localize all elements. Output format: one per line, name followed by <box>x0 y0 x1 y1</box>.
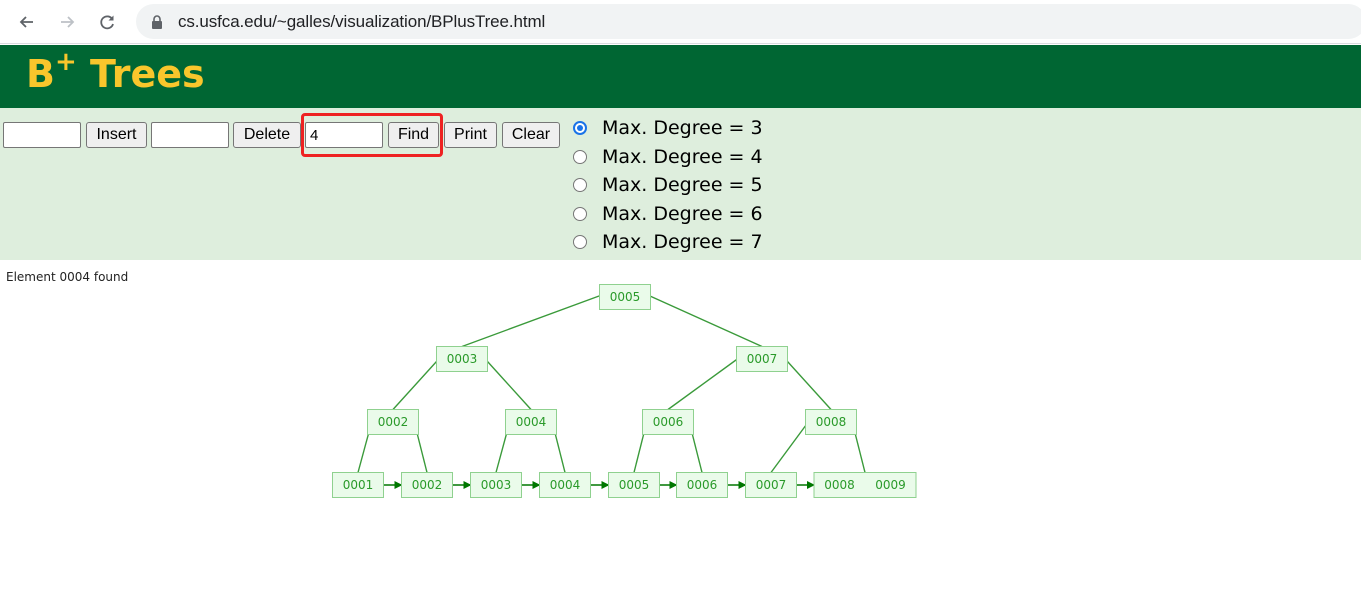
internal-node: 0004 <box>505 409 557 435</box>
address-bar[interactable]: cs.usfca.edu/~galles/visualization/BPlus… <box>136 4 1361 39</box>
node-key: 0006 <box>687 478 718 492</box>
node-key: 0004 <box>550 478 581 492</box>
internal-node: 0002 <box>367 409 419 435</box>
control-panel: Insert Delete Find Print Clear Max. Degr… <box>0 108 1361 260</box>
node-key: 0007 <box>747 352 778 366</box>
leaf-node: 0001 <box>332 472 384 498</box>
degree-label: Max. Degree = 4 <box>602 146 763 168</box>
tree-edge <box>781 355 832 410</box>
radio-button[interactable] <box>573 235 587 249</box>
leaf-node: 0004 <box>539 472 591 498</box>
page-title: B+ Trees <box>26 47 205 97</box>
arrow-left-icon <box>19 16 33 28</box>
node-key: 0009 <box>875 478 906 492</box>
arrow-right-icon <box>61 16 75 28</box>
leaf-node: 0005 <box>608 472 660 498</box>
node-key: 0004 <box>516 415 547 429</box>
node-key: 0005 <box>619 478 650 492</box>
radio-button[interactable] <box>573 121 587 135</box>
tree-edge <box>667 355 742 411</box>
internal-node: 0005 <box>599 284 651 310</box>
tree-edge <box>481 355 532 410</box>
tree-edge <box>770 418 812 473</box>
degree-label: Max. Degree = 3 <box>602 117 763 139</box>
reload-button[interactable] <box>93 8 121 36</box>
internal-node: 0007 <box>736 346 788 372</box>
back-button[interactable] <box>13 8 41 36</box>
node-key: 0003 <box>481 478 512 492</box>
tree-edge <box>461 293 605 348</box>
delete-input[interactable] <box>151 122 229 148</box>
node-key: 0003 <box>447 352 478 366</box>
degree-label: Max. Degree = 7 <box>602 231 763 253</box>
node-key: 0005 <box>610 290 641 304</box>
insert-input[interactable] <box>3 122 81 148</box>
leaf-node: 0007 <box>745 472 797 498</box>
insert-button[interactable]: Insert <box>86 122 147 148</box>
clear-button[interactable]: Clear <box>502 122 560 148</box>
degree-option-5[interactable]: Max. Degree = 5 <box>573 171 763 199</box>
status-message: Element 0004 found <box>6 270 129 284</box>
node-key: 0006 <box>653 415 684 429</box>
leaf-node: 0002 <box>401 472 453 498</box>
leaf-node: 0008 0009 <box>813 472 917 498</box>
title-plus: + <box>54 47 77 77</box>
node-key: 0002 <box>378 415 409 429</box>
tree-canvas: 0005 0003 0007 0002 0004 0006 0008 0001 0002 0003… <box>0 260 1361 592</box>
forward-button[interactable] <box>53 8 81 36</box>
degree-label: Max. Degree = 6 <box>602 203 763 225</box>
node-key: 0007 <box>756 478 787 492</box>
node-key: 0001 <box>343 478 374 492</box>
degree-option-4[interactable]: Max. Degree = 4 <box>573 143 763 171</box>
lock-icon <box>152 15 162 29</box>
leaf-node: 0006 <box>676 472 728 498</box>
print-button[interactable]: Print <box>444 122 497 148</box>
delete-button[interactable]: Delete <box>233 122 301 148</box>
radio-button[interactable] <box>573 207 587 221</box>
leaf-node: 0003 <box>470 472 522 498</box>
degree-label: Max. Degree = 5 <box>602 174 763 196</box>
degree-option-6[interactable]: Max. Degree = 6 <box>573 200 763 228</box>
radio-button[interactable] <box>573 150 587 164</box>
degree-option-3[interactable]: Max. Degree = 3 <box>573 114 763 142</box>
internal-node: 0003 <box>436 346 488 372</box>
bplus-tree: 0005 0003 0007 0002 0004 0006 0008 0001 0002 0003… <box>332 284 917 498</box>
tree-edge <box>392 355 443 410</box>
node-key: 0008 <box>816 415 847 429</box>
node-key: 0008 <box>824 478 855 492</box>
reload-icon <box>100 15 114 30</box>
browser-toolbar: cs.usfca.edu/~galles/visualization/BPlus… <box>0 0 1361 44</box>
degree-option-7[interactable]: Max. Degree = 7 <box>573 228 763 256</box>
app-header: B+ Trees <box>0 45 1361 108</box>
find-button[interactable]: Find <box>388 122 439 148</box>
title-trees: Trees <box>76 52 205 96</box>
tree-edge <box>645 293 763 348</box>
url-text: cs.usfca.edu/~galles/visualization/BPlus… <box>178 12 546 31</box>
internal-node: 0008 <box>805 409 857 435</box>
title-b: B <box>26 52 55 96</box>
radio-button[interactable] <box>573 178 587 192</box>
find-input[interactable] <box>305 122 383 148</box>
node-key: 0002 <box>412 478 443 492</box>
internal-node: 0006 <box>642 409 694 435</box>
